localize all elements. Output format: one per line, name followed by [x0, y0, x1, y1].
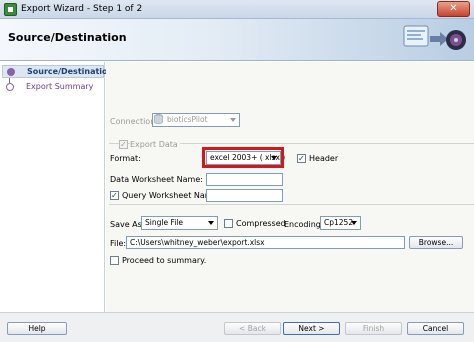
format-label: Format:: [110, 154, 141, 163]
save-as-select[interactable]: Single File: [141, 216, 218, 230]
wizard-steps-nav: Source/Destination Export Summary: [0, 62, 113, 312]
header-checkbox[interactable]: [297, 154, 306, 163]
export-wizard-graphic: [403, 25, 466, 50]
nav-item-label: Export Summary: [26, 82, 94, 91]
proceed-to-summary-label: Proceed to summary.: [122, 256, 207, 265]
database-icon: [154, 114, 163, 124]
connection-value: bioticsPilot: [167, 115, 208, 124]
title-bar: Export Wizard - Step 1 of 2 ✕: [0, 0, 474, 19]
header-label: Header: [309, 154, 339, 163]
source-destination-panel: Connection: bioticsPilot Export Data For…: [106, 62, 474, 312]
compressed-checkbox[interactable]: [224, 219, 233, 228]
cancel-button[interactable]: Cancel: [407, 322, 464, 335]
encoding-select[interactable]: Cp1252: [320, 216, 361, 230]
file-path-input[interactable]: C:\Users\whitney_weber\export.xlsx: [126, 236, 405, 249]
step-pending-icon: [6, 83, 14, 91]
wizard-header: Source/Destination: [0, 19, 474, 61]
data-worksheet-input[interactable]: [206, 173, 283, 186]
chevron-down-icon: [230, 118, 236, 122]
export-data-label: Export Data: [130, 140, 180, 149]
browse-button[interactable]: Browse...: [409, 236, 463, 249]
compressed-label: Compressed: [236, 219, 286, 228]
nav-item-export-summary[interactable]: Export Summary: [2, 81, 104, 94]
window-title: Export Wizard - Step 1 of 2: [21, 4, 143, 14]
save-as-label: Save As: [110, 220, 142, 229]
close-button[interactable]: ✕: [437, 1, 470, 17]
page-title: Source/Destination: [8, 31, 127, 44]
encoding-label: Encoding:: [284, 220, 324, 229]
data-worksheet-label: Data Worksheet Name:: [110, 175, 203, 184]
save-as-value: Single File: [145, 218, 183, 227]
finish-button[interactable]: Finish: [345, 322, 402, 335]
back-button[interactable]: < Back: [224, 322, 281, 335]
next-button[interactable]: Next >: [283, 322, 340, 335]
help-button[interactable]: Help: [7, 322, 67, 335]
connection-select[interactable]: bioticsPilot: [152, 113, 240, 127]
connection-label: Connection:: [110, 117, 158, 126]
chevron-down-icon: [208, 221, 214, 225]
wizard-app-icon: [4, 3, 17, 16]
chevron-down-icon: [351, 221, 357, 225]
nav-item-source-destination[interactable]: Source/Destination: [2, 65, 113, 78]
encoding-value: Cp1252: [324, 218, 354, 227]
format-highlight-box: [202, 147, 284, 168]
query-worksheet-input[interactable]: [206, 189, 283, 202]
export-data-checkbox[interactable]: [119, 140, 128, 149]
wizard-button-bar: Help < Back Next > Finish Cancel: [0, 312, 474, 342]
step-current-icon: [7, 68, 15, 76]
nav-item-label: Source/Destination: [27, 67, 114, 76]
file-label: File:: [110, 239, 127, 248]
proceed-to-summary-checkbox[interactable]: [110, 256, 119, 265]
query-worksheet-checkbox[interactable]: [110, 191, 119, 200]
